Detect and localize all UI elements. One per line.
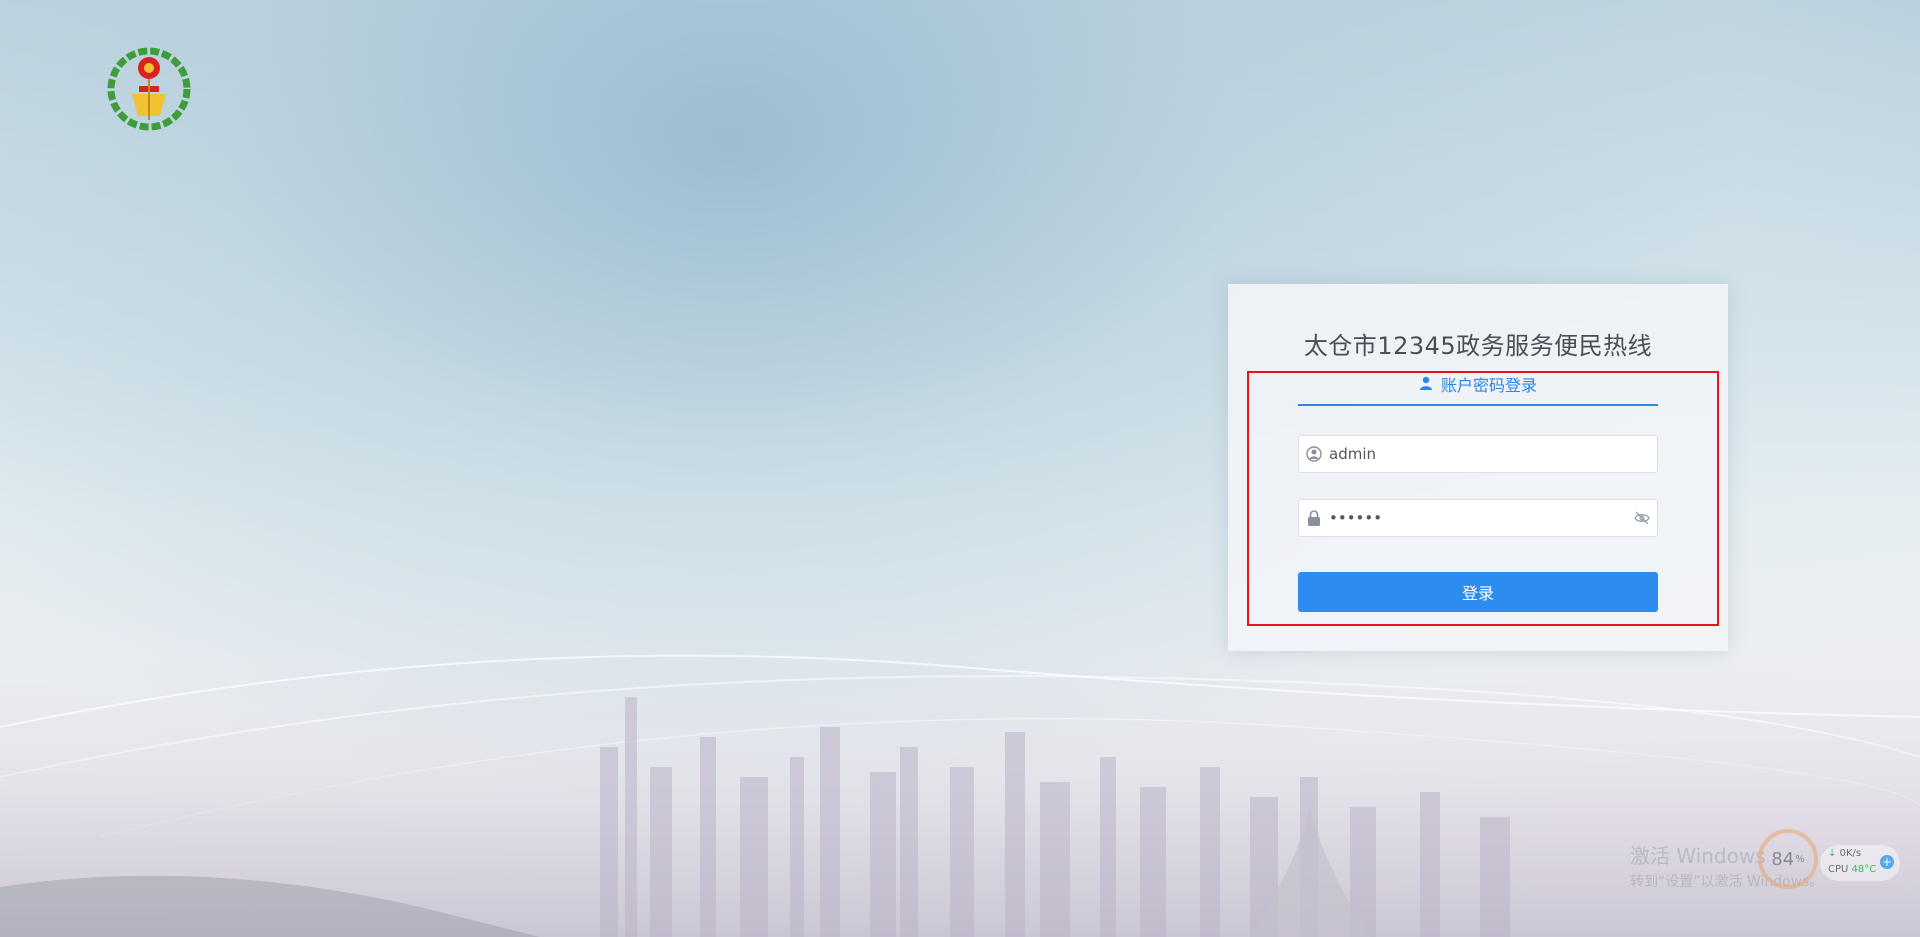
cpu-temp: CPU 48°C bbox=[1828, 864, 1876, 875]
user-icon bbox=[1419, 376, 1432, 390]
eye-off-icon[interactable] bbox=[1627, 511, 1657, 525]
net-speed-value: 0K/s bbox=[1839, 848, 1862, 859]
username-input[interactable] bbox=[1329, 436, 1657, 472]
widget-plus-button[interactable]: + bbox=[1880, 855, 1894, 869]
cpu-label: CPU bbox=[1828, 864, 1849, 875]
memory-percent: 84 bbox=[1771, 848, 1795, 870]
net-speed: ↓ 0K/s bbox=[1828, 848, 1862, 859]
system-monitor-widget[interactable]: 84% ↓ 0K/s CPU 48°C + bbox=[1758, 829, 1902, 889]
tab-label: 账户密码登录 bbox=[1440, 376, 1537, 395]
lock-icon bbox=[1299, 510, 1329, 526]
password-input[interactable] bbox=[1329, 500, 1627, 536]
tab-account-password-login[interactable]: 账户密码登录 bbox=[1298, 372, 1658, 406]
username-field[interactable] bbox=[1298, 435, 1658, 473]
page-title: 太仓市12345政务服务便民热线 bbox=[1303, 332, 1653, 360]
login-panel: 太仓市12345政务服务便民热线 账户密码登录 admin •••••• 登录 bbox=[1228, 284, 1728, 651]
password-field[interactable] bbox=[1298, 499, 1658, 537]
monitor-stats: ↓ 0K/s CPU 48°C + bbox=[1820, 845, 1900, 881]
user-circle-icon bbox=[1299, 446, 1329, 462]
cpu-temp-value: 48°C bbox=[1851, 864, 1877, 875]
national-emblem-icon bbox=[107, 47, 191, 131]
memory-gauge: 84% bbox=[1758, 829, 1818, 889]
memory-percent-unit: % bbox=[1795, 853, 1805, 865]
login-button[interactable]: 登录 bbox=[1298, 572, 1658, 612]
